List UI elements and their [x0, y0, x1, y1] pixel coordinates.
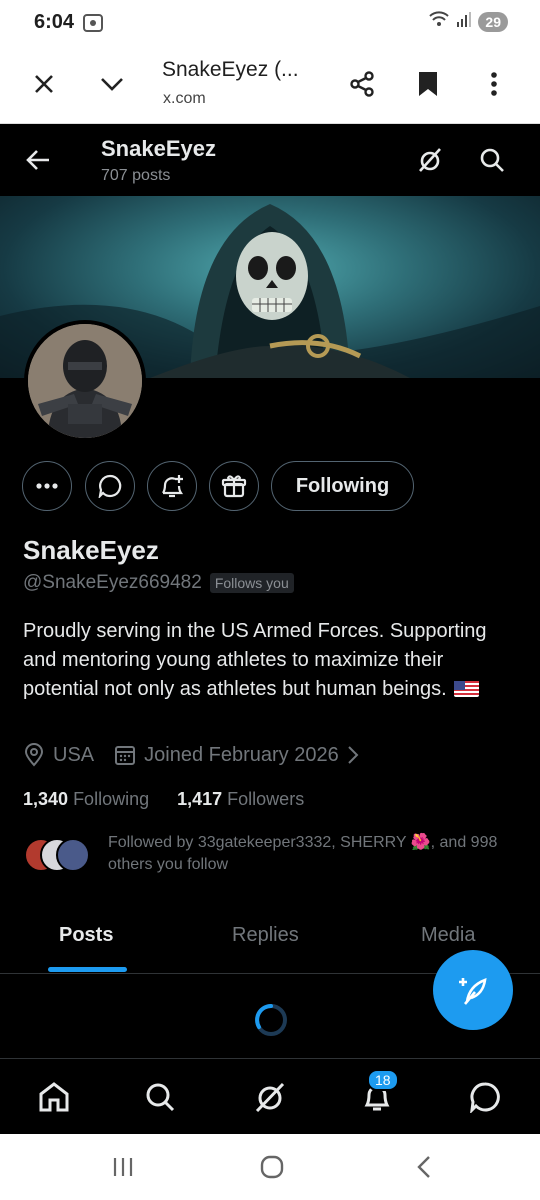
status-bar: 6:04 29 — [0, 0, 540, 44]
home-button-icon[interactable] — [252, 1152, 292, 1182]
follows-you-badge: Follows you — [209, 573, 294, 593]
message-icon — [98, 474, 122, 498]
tab-media[interactable]: Media — [421, 924, 475, 947]
home-icon[interactable] — [34, 1077, 74, 1117]
handle: @SnakeEyez669482 — [23, 572, 202, 593]
back-nav-icon[interactable] — [404, 1152, 444, 1182]
followers-count: 1,417 — [177, 789, 223, 809]
profile-meta: USA Joined February 2026 — [23, 743, 359, 767]
follow-counts: 1,340 Following 1,417 Followers — [23, 789, 304, 810]
status-icons: 29 — [428, 10, 508, 33]
back-arrow-icon[interactable] — [20, 142, 56, 178]
followed-by-text[interactable]: Followed by 33gatekeeper3332, SHERRY 🌺, … — [108, 832, 508, 876]
signal-icon — [456, 10, 472, 33]
header-post-count: 707 posts — [101, 167, 171, 184]
browser-toolbar: SnakeEyez (... x.com — [0, 44, 540, 124]
following-count: 1,340 — [23, 789, 69, 809]
status-time: 6:04 — [34, 11, 75, 33]
more-horizontal-icon — [36, 483, 58, 489]
location: USA — [23, 743, 94, 767]
page-url: x.com — [163, 90, 206, 107]
joined-text: Joined February 2026 — [144, 743, 339, 766]
joined-date[interactable]: Joined February 2026 — [114, 744, 359, 767]
grok-icon[interactable] — [412, 142, 448, 178]
battery-indicator: 29 — [478, 11, 508, 32]
followers-label: Followers — [227, 789, 305, 809]
tab-posts[interactable]: Posts — [59, 924, 113, 947]
bottom-navigation: 18 — [0, 1058, 540, 1134]
display-name: SnakeEyez — [23, 535, 159, 565]
calendar-icon — [115, 746, 136, 765]
active-tab-indicator — [48, 967, 127, 972]
us-flag-icon — [454, 677, 480, 697]
handle-row: @SnakeEyez669482 Follows you — [23, 572, 294, 594]
gift-button[interactable] — [209, 461, 259, 511]
location-pin-icon — [24, 743, 44, 767]
following-button[interactable]: Following — [271, 461, 414, 511]
recent-apps-icon[interactable] — [103, 1152, 143, 1182]
more-vert-icon[interactable] — [476, 66, 512, 102]
notification-badge: 18 — [367, 1069, 399, 1091]
followers-count-link[interactable]: 1,417 Followers — [177, 789, 304, 810]
follower-avatar — [56, 838, 90, 872]
compose-feather-icon — [459, 978, 487, 1005]
tab-replies[interactable]: Replies — [232, 924, 299, 947]
loading-spinner — [253, 1002, 289, 1038]
wifi-icon — [428, 10, 450, 33]
more-options-button[interactable] — [22, 461, 72, 511]
search-icon[interactable] — [474, 142, 510, 178]
share-icon[interactable] — [344, 66, 380, 102]
following-count-link[interactable]: 1,340 Following — [23, 789, 149, 810]
bookmark-icon[interactable] — [410, 66, 446, 102]
profile-header: SnakeEyez 707 posts — [0, 124, 540, 196]
screenshot-icon — [82, 12, 104, 39]
messages-icon[interactable] — [465, 1077, 505, 1117]
bio: Proudly serving in the US Armed Forces. … — [23, 617, 518, 704]
close-icon[interactable] — [26, 66, 62, 102]
location-text: USA — [53, 743, 95, 766]
bell-plus-icon — [162, 475, 184, 498]
compose-post-button[interactable] — [433, 950, 513, 1030]
notifications-button[interactable] — [147, 461, 197, 511]
bio-text: Proudly serving in the US Armed Forces. … — [23, 620, 487, 700]
page-title: SnakeEyez (... — [162, 58, 299, 81]
following-label: Following — [73, 789, 150, 809]
header-name: SnakeEyez — [101, 136, 216, 161]
explore-search-icon[interactable] — [140, 1077, 180, 1117]
message-button[interactable] — [85, 461, 135, 511]
gift-icon — [221, 475, 247, 498]
system-navigation — [0, 1134, 540, 1200]
chevron-down-icon[interactable] — [94, 66, 130, 102]
avatar[interactable] — [24, 320, 146, 442]
grok-nav-icon[interactable] — [250, 1077, 290, 1117]
followed-by-avatars[interactable] — [24, 838, 94, 872]
chevron-right-icon — [347, 746, 359, 764]
